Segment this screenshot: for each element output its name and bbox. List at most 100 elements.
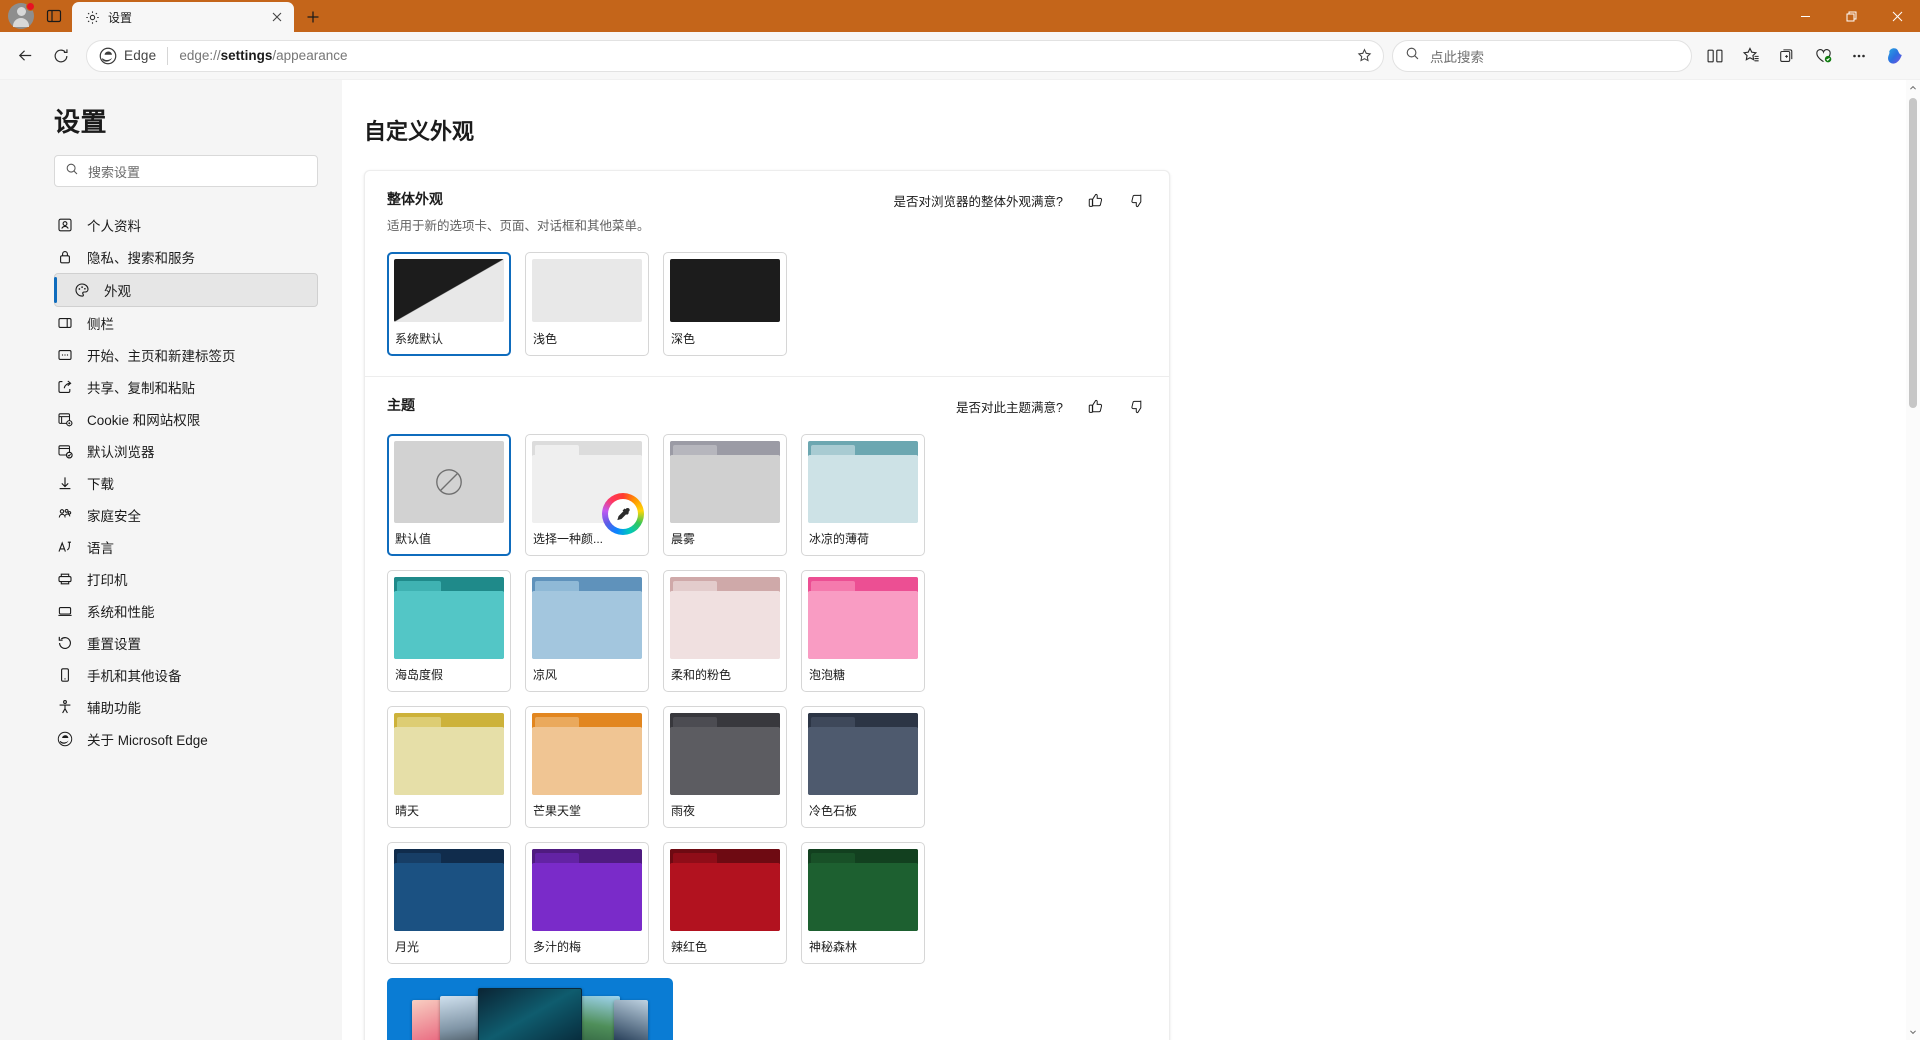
section-title: 整体外观: [387, 191, 443, 207]
tab-actions-icon[interactable]: [40, 2, 68, 30]
sidebar-item-printers[interactable]: 打印机: [0, 563, 318, 595]
scroll-down-icon[interactable]: [1906, 1025, 1920, 1039]
reset-icon: [56, 634, 74, 652]
swatch-dark: [670, 259, 780, 322]
back-arrow-icon[interactable]: [8, 39, 42, 73]
theme-tile-bubblegum[interactable]: 泡泡糖: [801, 570, 925, 692]
sidebar-item-default-browser[interactable]: 默认浏览器: [0, 435, 318, 467]
tab-strip: 设置: [72, 0, 328, 32]
theme-tile-soft-pink[interactable]: 柔和的粉色: [663, 570, 787, 692]
close-icon[interactable]: [1874, 0, 1920, 32]
overall-appearance-section: 整体外观 适用于新的选项卡、页面、对话框和其他菜单。 是否对浏览器的整体外观满意…: [365, 171, 1169, 376]
sidebar-item-sidebar[interactable]: 侧栏: [0, 307, 318, 339]
thumbs-down-icon[interactable]: [1127, 396, 1147, 416]
appearance-option-label: 浅色: [533, 332, 558, 346]
browser-essentials-icon[interactable]: [1806, 39, 1840, 73]
language-icon: [56, 538, 74, 556]
appearance-option-dark[interactable]: 深色: [663, 252, 787, 356]
sidebar-item-downloads[interactable]: 下载: [0, 467, 318, 499]
sidebar-item-phone-devices[interactable]: 手机和其他设备: [0, 659, 318, 691]
sidebar-item-privacy[interactable]: 隐私、搜索和服务: [0, 241, 318, 273]
sidebar-item-label: 辅助功能: [87, 701, 141, 716]
theme-tile-cool-slate[interactable]: 冷色石板: [801, 706, 925, 828]
search-input[interactable]: 点此搜索: [1392, 39, 1692, 72]
address-bar[interactable]: Edge edge://settings/appearance: [86, 39, 1384, 72]
thumbs-up-icon[interactable]: [1085, 396, 1105, 416]
sidebar-item-share[interactable]: 共享、复制和粘贴: [0, 371, 318, 403]
avatar-icon[interactable]: [8, 2, 35, 29]
theme-tile-custom-color[interactable]: 选择一种颜...: [525, 434, 649, 556]
sidebar-item-label: 默认浏览器: [87, 445, 155, 460]
theme-tile-cool-mint[interactable]: 冰凉的薄荷: [801, 434, 925, 556]
sidebar-item-system[interactable]: 系统和性能: [0, 595, 318, 627]
theme-swatch: [394, 577, 504, 659]
scrollbar-thumb[interactable]: [1909, 98, 1917, 408]
content-scrollbar[interactable]: [1906, 80, 1920, 1040]
titlebar-left-group: [0, 0, 68, 32]
settings-search-input[interactable]: 搜索设置: [54, 155, 318, 187]
theme-label: 辣红色: [671, 940, 708, 954]
theme-label: 晴天: [395, 804, 420, 818]
color-picker-icon[interactable]: [602, 493, 644, 535]
copilot-icon[interactable]: [1878, 39, 1912, 73]
theme-swatch: [808, 577, 918, 659]
theme-tile-island-getaway[interactable]: 海岛度假: [387, 570, 511, 692]
favorites-star-icon[interactable]: [1734, 39, 1768, 73]
share-icon: [56, 378, 74, 396]
theme-swatch: [532, 713, 642, 795]
thumbs-down-icon[interactable]: [1127, 190, 1147, 210]
theme-tile-juicy-plum[interactable]: 多汁的梅: [525, 842, 649, 964]
settings-nav: 个人资料 隐私、搜索和服务 外观 侧栏 开始、主页和新建标签页 共享、复制和粘贴…: [0, 209, 342, 755]
search-icon: [1405, 46, 1420, 66]
appearance-card: 整体外观 适用于新的选项卡、页面、对话框和其他菜单。 是否对浏览器的整体外观满意…: [364, 170, 1170, 1040]
omnibox-url[interactable]: edge://settings/appearance: [179, 48, 1351, 63]
restore-icon[interactable]: [1828, 0, 1874, 32]
theme-tile-spicy-red[interactable]: 辣红色: [663, 842, 787, 964]
plus-icon[interactable]: [298, 3, 328, 31]
sidebar-item-startpage[interactable]: 开始、主页和新建标签页: [0, 339, 318, 371]
sidebar-item-languages[interactable]: 语言: [0, 531, 318, 563]
split-screen-icon[interactable]: [1698, 39, 1732, 73]
minimize-icon[interactable]: [1782, 0, 1828, 32]
theme-tile-cool-breeze[interactable]: 凉风: [525, 570, 649, 692]
theme-tile-mango-paradise[interactable]: 芒果天堂: [525, 706, 649, 828]
appearance-option-light[interactable]: 浅色: [525, 252, 649, 356]
profile-icon: [56, 216, 74, 234]
page-title: 设置: [54, 107, 108, 137]
collections-icon[interactable]: [1770, 39, 1804, 73]
theme-label: 芒果天堂: [533, 804, 582, 818]
discover-more-themes-button[interactable]: 发现更多主题: [387, 978, 673, 1040]
theme-tile-default[interactable]: 默认值: [387, 434, 511, 556]
ellipsis-icon[interactable]: [1842, 39, 1876, 73]
close-icon[interactable]: [268, 8, 286, 26]
scroll-up-icon[interactable]: [1906, 81, 1920, 95]
phone-icon: [56, 666, 74, 684]
theme-preview-collage: [387, 986, 673, 1040]
theme-tile-morning-mist[interactable]: 晨雾: [663, 434, 787, 556]
sidebar-item-appearance[interactable]: 外观: [54, 273, 318, 307]
theme-label: 海岛度假: [395, 668, 444, 682]
theme-tile-sunny-day[interactable]: 晴天: [387, 706, 511, 828]
search-icon: [65, 162, 79, 181]
sidebar-item-cookies[interactable]: Cookie 和网站权限: [0, 403, 318, 435]
theme-tile-rainy-night[interactable]: 雨夜: [663, 706, 787, 828]
sidebar-item-reset[interactable]: 重置设置: [0, 627, 318, 659]
appearance-option-system[interactable]: 系统默认: [387, 252, 511, 356]
thumbs-up-icon[interactable]: [1085, 190, 1105, 210]
sidebar-item-profile[interactable]: 个人资料: [0, 209, 318, 241]
star-icon[interactable]: [1351, 43, 1377, 69]
sidebar-item-about-edge[interactable]: 关于 Microsoft Edge: [0, 723, 318, 755]
sidebar-item-family-safety[interactable]: 家庭安全: [0, 499, 318, 531]
settings-sidebar: 设置 搜索设置 个人资料 隐私、搜索和服务 外观 侧栏 开始、主页和新建标签页 …: [0, 80, 342, 1040]
sidebar-item-label: 个人资料: [87, 219, 141, 234]
browser-tab-settings[interactable]: 设置: [72, 2, 294, 32]
refresh-icon[interactable]: [44, 39, 78, 73]
gear-icon: [84, 9, 100, 25]
theme-tile-moonlight[interactable]: 月光: [387, 842, 511, 964]
sidebar-item-accessibility[interactable]: 辅助功能: [0, 691, 318, 723]
theme-label: 神秘森林: [809, 940, 858, 954]
cookie-permissions-icon: [56, 410, 74, 428]
theme-tile-mystical-forest[interactable]: 神秘森林: [801, 842, 925, 964]
theme-swatch: [808, 441, 918, 523]
overall-feedback-group: 是否对浏览器的整体外观满意?: [894, 189, 1147, 210]
